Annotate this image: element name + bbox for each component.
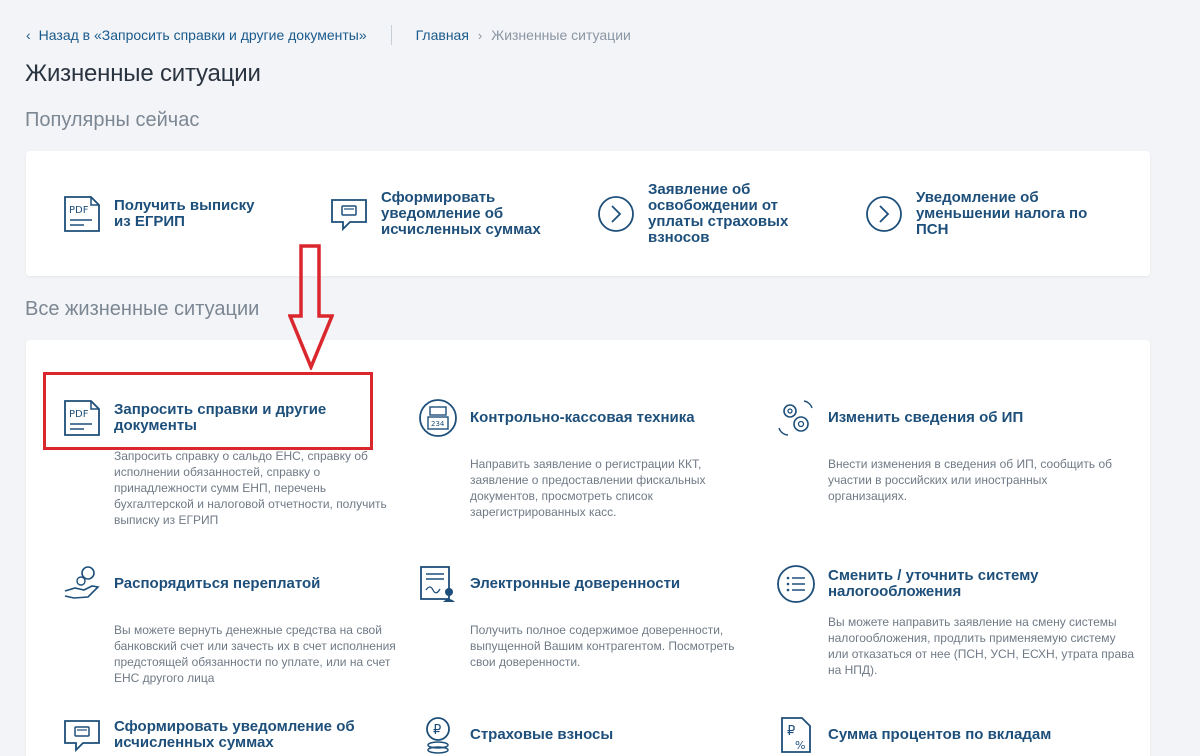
situation-label: Страховые взносы xyxy=(470,726,614,743)
svg-text:%: % xyxy=(795,739,805,752)
page-title: Жизненные ситуации xyxy=(25,60,261,87)
popular-item-label: Сформировать уведомление об исчисленных … xyxy=(381,188,541,238)
situation-header: Электронные доверенности xyxy=(418,564,758,604)
back-link-label: Назад в «Запросить справки и другие доку… xyxy=(38,27,367,43)
situation-header: Сформировать уведомление об исчисленных … xyxy=(62,715,407,755)
situation-header: 234 Контрольно-кассовая техника xyxy=(418,398,748,438)
chevron-left-icon: ‹ xyxy=(26,27,31,43)
situation-label: Сменить / уточнить систему налогообложен… xyxy=(828,567,1039,600)
situation-label: Электронные доверенности xyxy=(470,575,681,592)
message-card-icon xyxy=(331,198,367,231)
situation-label: Распорядиться переплатой xyxy=(114,575,321,592)
popular-card: PDF Получить выписку из ЕГРИП Сформирова… xyxy=(26,151,1150,276)
gears-icon xyxy=(778,400,813,436)
situation-insurance-contributions[interactable]: ₽ Страховые взносы xyxy=(418,715,748,755)
situation-request-certificates[interactable]: PDF Запросить справки и другие документы… xyxy=(62,398,407,528)
e-signature-document-icon xyxy=(420,566,455,602)
situation-description: Получить полное содержимое доверенности,… xyxy=(470,623,735,669)
situation-description: Запросить справку о сальдо ЕНС, справку … xyxy=(114,449,387,527)
popular-section-title: Популярны сейчас xyxy=(25,109,200,131)
breadcrumb-chevron-icon: › xyxy=(477,27,483,43)
popular-item-insurance-exemption[interactable]: Заявление об освобождении от уплаты стра… xyxy=(596,151,816,276)
situation-header: ₽ % Сумма процентов по вкладам xyxy=(776,715,1126,755)
situation-header: Сменить / уточнить систему налогообложен… xyxy=(776,564,1136,604)
svg-text:PDF: PDF xyxy=(69,409,89,420)
popular-item-egrip-extract[interactable]: PDF Получить выписку из ЕГРИП xyxy=(62,151,272,276)
situation-tax-system[interactable]: Сменить / уточнить систему налогообложен… xyxy=(776,564,1136,678)
nav-divider xyxy=(390,25,392,45)
popular-item-label: Получить выписку из ЕГРИП xyxy=(114,196,255,230)
ruble-coins-icon: ₽ xyxy=(426,717,450,754)
situation-description: Вы можете вернуть денежные средства на с… xyxy=(114,623,396,685)
situation-notification[interactable]: Сформировать уведомление об исчисленных … xyxy=(62,715,407,755)
ruble-percent-document-icon: ₽ % xyxy=(781,717,811,753)
situation-deposit-interest[interactable]: ₽ % Сумма процентов по вкладам xyxy=(776,715,1126,755)
breadcrumb-current: Жизненные ситуации xyxy=(491,27,631,43)
popular-item-label: Уведомление об уменьшении налога по ПСН xyxy=(916,188,1088,238)
situation-header: Изменить сведения об ИП xyxy=(776,398,1126,438)
cash-register-icon: 234 xyxy=(419,399,457,437)
situation-header: Распорядиться переплатой xyxy=(62,564,407,604)
breadcrumb-home[interactable]: Главная xyxy=(416,27,469,43)
svg-text:PDF: PDF xyxy=(69,205,89,216)
situation-description: Направить заявление о регистрации ККТ, з… xyxy=(470,457,706,519)
situation-header: ₽ Страховые взносы xyxy=(418,715,748,755)
svg-text:₽: ₽ xyxy=(787,724,795,739)
message-card-icon xyxy=(64,720,100,753)
popular-item-psn-reduction[interactable]: Уведомление об уменьшении налога по ПСН xyxy=(864,151,1124,276)
svg-text:234: 234 xyxy=(431,420,445,428)
situation-e-power-of-attorney[interactable]: Электронные доверенности Получить полное… xyxy=(418,564,758,670)
situation-overpayment[interactable]: Распорядиться переплатой Вы можете верну… xyxy=(62,564,407,686)
situation-label: Запросить справки и другие документы xyxy=(114,401,327,434)
situation-label: Изменить сведения об ИП xyxy=(828,409,1024,426)
chevron-circle-icon xyxy=(866,195,902,232)
list-circle-icon xyxy=(777,565,815,603)
breadcrumb: Главная › Жизненные ситуации xyxy=(416,27,631,43)
svg-text:₽: ₽ xyxy=(433,723,441,738)
situation-label: Сумма процентов по вкладам xyxy=(828,726,1052,743)
situation-label: Контрольно-кассовая техника xyxy=(470,409,695,426)
popular-item-label: Заявление об освобождении от уплаты стра… xyxy=(648,180,789,246)
chevron-circle-icon xyxy=(598,195,634,232)
hand-coins-icon xyxy=(64,566,100,599)
situation-description: Вы можете направить заявление на смену с… xyxy=(828,615,1135,677)
situation-header: PDF Запросить справки и другие документы xyxy=(62,398,407,438)
pdf-document-icon: PDF xyxy=(64,195,100,232)
situation-description: Внести изменения в сведения об ИП, сообщ… xyxy=(828,457,1112,503)
popular-item-notification[interactable]: Сформировать уведомление об исчисленных … xyxy=(329,151,579,276)
situation-label: Сформировать уведомление об исчисленных … xyxy=(114,718,355,751)
all-situations-section-title: Все жизненные ситуации xyxy=(25,298,260,320)
all-situations-card: PDF Запросить справки и другие документы… xyxy=(26,340,1150,756)
pdf-document-icon: PDF xyxy=(64,400,100,436)
situation-cash-register[interactable]: 234 Контрольно-кассовая техника Направит… xyxy=(418,398,748,520)
top-navigation: ‹ Назад в «Запросить справки и другие до… xyxy=(26,24,631,46)
back-link[interactable]: ‹ Назад в «Запросить справки и другие до… xyxy=(26,27,367,43)
situation-change-ip-info[interactable]: Изменить сведения об ИП Внести изменения… xyxy=(776,398,1126,504)
